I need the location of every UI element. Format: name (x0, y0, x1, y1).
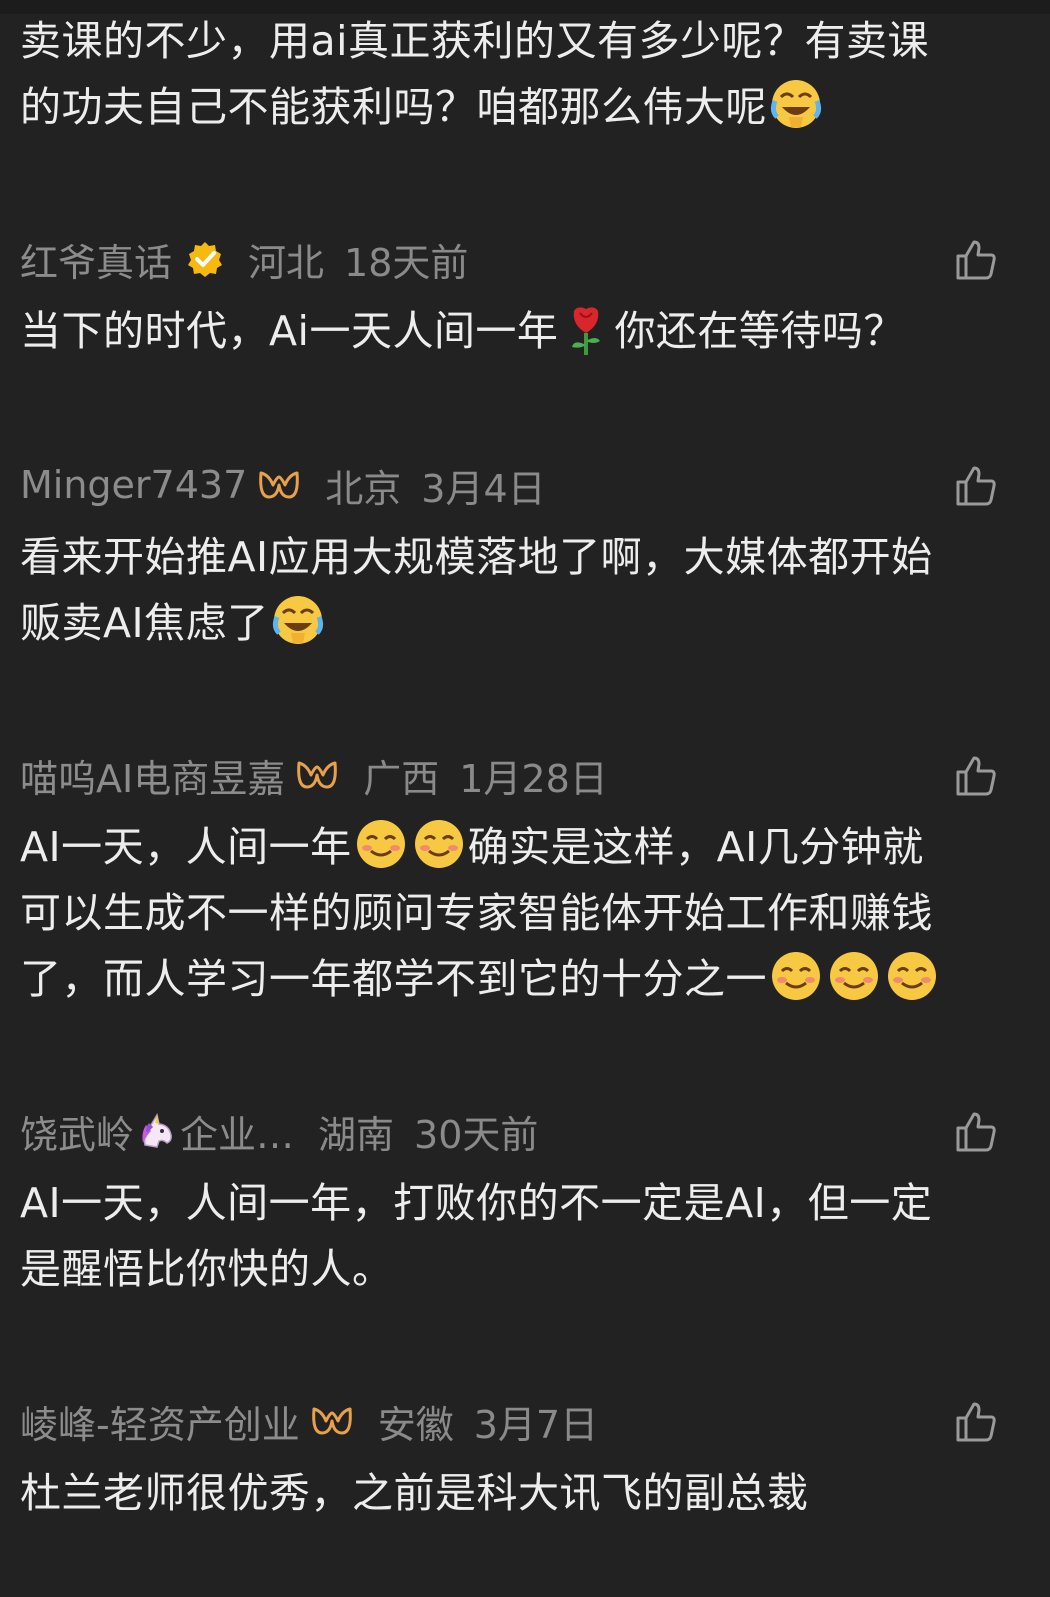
comment-location: 北京 (325, 466, 402, 511)
username-link[interactable]: 崚峰-轻资产创业 (20, 1394, 300, 1449)
w-member-badge-icon (259, 471, 300, 499)
comment-meta: 红爷真话 河北 18天前 (20, 232, 469, 287)
comment-text: 当下的时代，Ai一天人间一年 你还在等待吗？ (20, 298, 1010, 364)
comment-text: 杜兰老师很优秀，之前是科大讯飞的副总裁 (20, 1460, 1010, 1526)
comment-line: 的功夫自己不能获利吗？咱都那么伟大呢 (20, 83, 767, 131)
comment-line: 卖课的不少，用ai真正获利的又有多少呢？有卖课 (20, 17, 930, 65)
comment-list: 卖课的不少，用ai真正获利的又有多少呢？有卖课 的功夫自己不能获利吗？咱都那么伟… (0, 0, 1050, 1597)
comment-line: 当下的时代，Ai一天人间一年 (20, 307, 559, 355)
thumbs-up-icon[interactable] (954, 1400, 998, 1444)
smile-emoji (830, 952, 878, 1000)
comment-text: 卖课的不少，用ai真正获利的又有多少呢？有卖课 的功夫自己不能获利吗？咱都那么伟… (20, 8, 1010, 140)
w-member-badge-icon (311, 1407, 352, 1435)
w-member-badge-icon (297, 761, 338, 789)
comment-time: 3月4日 (421, 466, 546, 511)
unicorn-icon (142, 1113, 172, 1148)
thumbs-up-icon[interactable] (954, 238, 998, 282)
smile-emoji (772, 952, 820, 1000)
comment-time: 30天前 (414, 1112, 539, 1157)
comment-line: AI一天，人间一年 (20, 823, 352, 871)
username-link[interactable]: 红爷真话 (20, 232, 172, 287)
comment-location: 广西 (363, 756, 440, 801)
smile-emoji (888, 952, 936, 1000)
comment-meta: 崚峰-轻资产创业 安徽 3月7日 (20, 1394, 599, 1449)
comment-location: 安徽 (377, 1402, 454, 1447)
comment-location: 湖南 (318, 1112, 395, 1157)
smile-emoji (414, 820, 463, 868)
comment-line: 确实是这样，AI几分钟就 (467, 823, 924, 871)
rose-emoji (572, 307, 601, 355)
comment-line: 了，而人学习一年都学不到它的十分之一 (20, 955, 767, 1003)
comment-line: AI一天，人间一年，打败你的不一定是AI，但一定 (20, 1179, 933, 1227)
comment-time: 18天前 (344, 240, 469, 285)
comment-location: 河北 (248, 240, 325, 285)
thumbs-up-icon[interactable] (954, 1110, 998, 1154)
comment-time: 1月28日 (459, 756, 608, 801)
username-suffix[interactable]: 企业… (180, 1104, 294, 1159)
comment-line: 贩卖AI焦虑了 (20, 599, 269, 647)
comment-line: 是醒悟比你快的人。 (20, 1245, 394, 1293)
comment-line: 可以生成不一样的顾问专家智能体开始工作和赚钱 (20, 889, 933, 937)
comment-text: AI一天，人间一年，打败你的不一定是AI，但一定 是醒悟比你快的人。 (20, 1170, 1010, 1302)
comment-text: 看来开始推AI应用大规模落地了啊，大媒体都开始 贩卖AI焦虑了 (20, 524, 1010, 656)
thumbs-up-icon[interactable] (954, 754, 998, 798)
comment-meta: 喵呜AI电商昱嘉 广西 1月28日 (20, 748, 608, 803)
username-link[interactable]: 饶武岭 (20, 1104, 134, 1159)
smile-emoji (356, 820, 405, 868)
comment-line: 杜兰老师很优秀，之前是科大讯飞的副总裁 (20, 1469, 809, 1517)
rofl-emoji (770, 80, 822, 128)
verified-badge-icon (188, 242, 223, 277)
comment-text: AI一天，人间一年 确实是这样，AI几分钟就 可以生成不一样的顾问专家智能体开始工… (20, 814, 1010, 1012)
comment-meta: Minger7437 北京 3月4日 (20, 460, 546, 511)
comment-line: 你还在等待吗？ (614, 307, 905, 355)
username-link[interactable]: 喵呜AI电商昱嘉 (20, 748, 285, 803)
comment-time: 3月7日 (473, 1402, 599, 1447)
thumbs-up-icon[interactable] (954, 464, 998, 508)
rofl-emoji (272, 596, 323, 644)
username-link[interactable]: Minger7437 (20, 463, 247, 507)
comment-line: 看来开始推AI应用大规模落地了啊，大媒体都开始 (20, 533, 933, 581)
comment-meta: 饶武岭 企业… 湖南 30天前 (20, 1104, 539, 1159)
